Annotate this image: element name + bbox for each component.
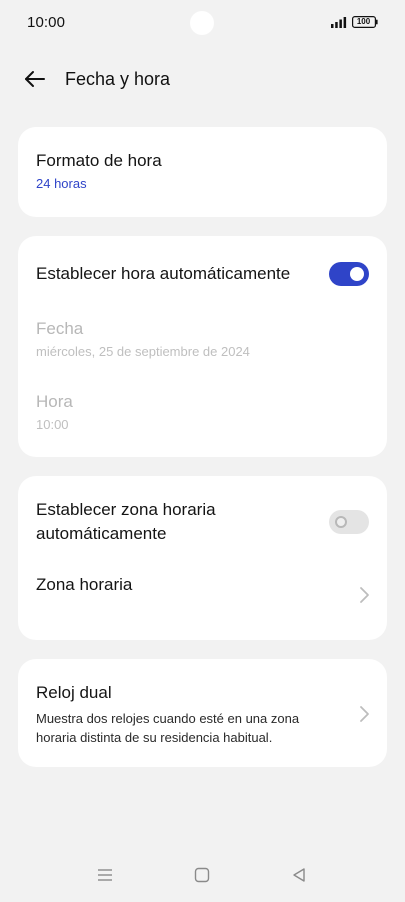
navigation-bar [0, 852, 405, 902]
dual-clock-title: Reloj dual [36, 683, 112, 702]
dual-clock-card: Reloj dual Muestra dos relojes cuando es… [18, 659, 387, 767]
auto-timezone-title-line2: automáticamente [36, 524, 167, 543]
time-setting: Hora 10:00 [36, 390, 369, 434]
page-header: Fecha y hora [0, 58, 405, 102]
date-value: miércoles, 25 de septiembre de 2024 [36, 344, 250, 359]
front-camera-cutout [190, 11, 214, 35]
date-time-settings-screen: 10:00 100 Fecha y hora Formato de hora 2… [0, 0, 405, 902]
timezone-title: Zona horaria [36, 575, 133, 594]
auto-time-card: Establecer hora automáticamente Fecha mi… [18, 236, 387, 457]
page-title: Fecha y hora [65, 69, 171, 89]
home-square-icon [194, 867, 210, 888]
time-format-title: Formato de hora [36, 151, 162, 170]
back-arrow-icon [23, 69, 47, 94]
timezone-setting[interactable]: Zona horaria [36, 573, 369, 597]
time-value: 10:00 [36, 417, 69, 432]
time-format-card: Formato de hora 24 horas [18, 127, 387, 217]
status-time: 10:00 [27, 14, 66, 31]
auto-time-toggle[interactable] [329, 262, 369, 286]
back-triangle-icon [291, 867, 307, 888]
menu-icon [97, 868, 113, 887]
auto-timezone-title-line1: Establecer zona horaria [36, 500, 216, 519]
dual-clock-description-line1: Muestra dos relojes cuando esté en una z… [36, 711, 300, 726]
time-title: Hora [36, 392, 73, 411]
time-format-value: 24 horas [36, 176, 87, 191]
recent-apps-button[interactable] [96, 868, 114, 886]
toggle-knob [335, 516, 347, 528]
time-format-setting[interactable]: Formato de hora 24 horas [36, 149, 369, 193]
auto-timezone-toggle[interactable] [329, 510, 369, 534]
chevron-right-icon [357, 586, 371, 604]
auto-time-setting[interactable]: Establecer hora automáticamente [36, 262, 369, 286]
chevron-right-icon [357, 705, 371, 723]
home-button[interactable] [193, 867, 211, 888]
battery-level-text: 100 [356, 17, 371, 26]
system-back-button[interactable] [290, 867, 308, 888]
dual-clock-description-line2: horaria distinta de su residencia habitu… [36, 730, 273, 745]
status-bar: 10:00 100 [0, 0, 405, 44]
timezone-card: Establecer zona horaria automáticamente … [18, 476, 387, 640]
status-icons: 100 [331, 16, 378, 28]
auto-time-title: Establecer hora automáticamente [36, 264, 291, 283]
date-title: Fecha [36, 319, 84, 338]
dual-clock-setting[interactable]: Reloj dual Muestra dos relojes cuando es… [36, 681, 337, 747]
battery-icon: 100 [352, 16, 378, 28]
auto-timezone-setting[interactable]: Establecer zona horaria automáticamente [36, 498, 317, 546]
signal-icon [331, 16, 347, 28]
back-button[interactable] [20, 66, 50, 96]
date-setting: Fecha miércoles, 25 de septiembre de 202… [36, 317, 369, 361]
toggle-knob [350, 267, 364, 281]
